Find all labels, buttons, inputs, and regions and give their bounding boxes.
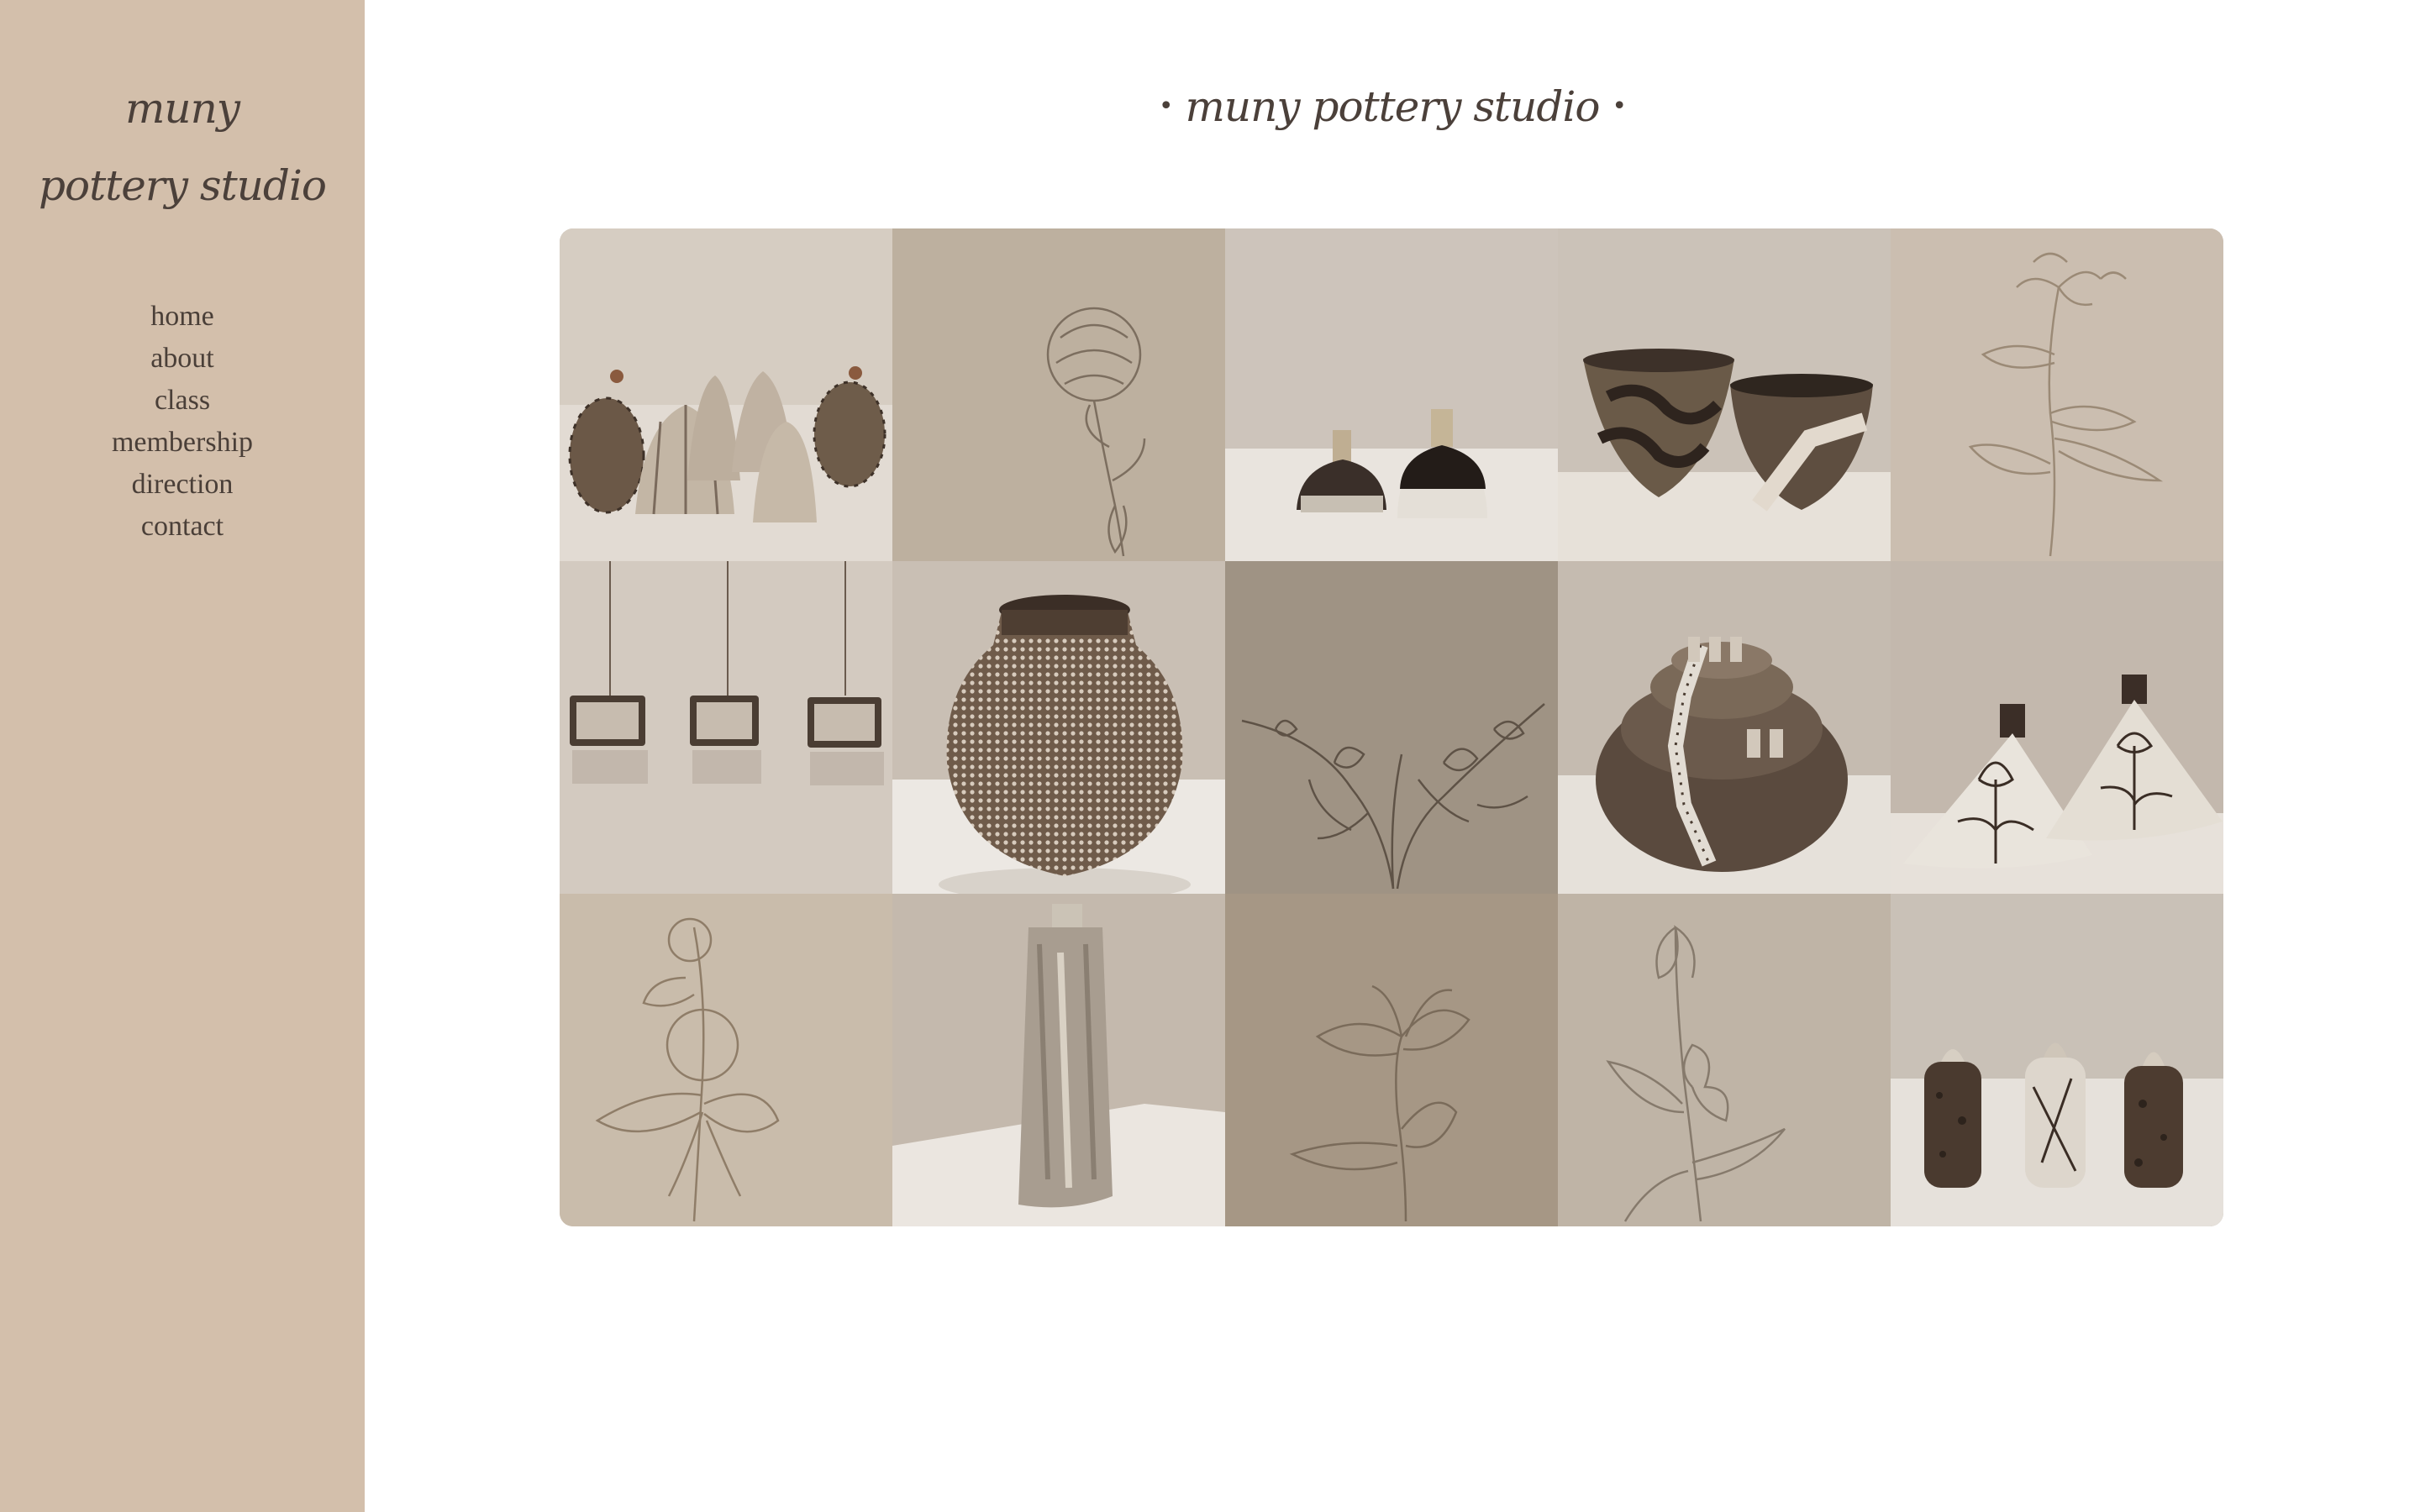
gallery-tile-iris-drawing[interactable] <box>1558 894 1891 1226</box>
tiger-lily-drawing-image <box>1225 894 1558 1226</box>
iris-drawing-image <box>1558 894 1891 1226</box>
lily-drawing-image <box>1891 228 2223 561</box>
gallery-tile-clover-drawing[interactable] <box>560 894 892 1226</box>
nav-item-class[interactable]: class <box>0 380 365 422</box>
nav-item-about[interactable]: about <box>0 338 365 380</box>
tall-vase-image <box>892 894 1225 1226</box>
gallery-tile-tiger-lily-drawing[interactable] <box>1225 894 1558 1226</box>
vine-drawing-image <box>1225 561 1558 894</box>
gallery-tile-carnation-drawing[interactable] <box>892 228 1225 561</box>
patterned-bowls-image <box>1558 228 1891 561</box>
flower-bottles-image <box>1891 561 2223 894</box>
nav-item-home[interactable]: home <box>0 296 365 338</box>
page-title-text: muny pottery studio <box>1185 82 1601 131</box>
gallery-tile-moon-jar[interactable] <box>892 561 1225 894</box>
gallery-tile-tall-vase[interactable] <box>892 894 1225 1226</box>
page-title: • muny pottery studio • <box>365 82 2420 131</box>
gallery-grid <box>560 228 2223 1226</box>
sidebar: muny pottery studio home about class mem… <box>0 0 365 1512</box>
gallery-tile-small-bottles[interactable] <box>1225 228 1558 561</box>
gallery-tile-hanging-plaques[interactable] <box>560 561 892 894</box>
beehive-jars-image <box>560 228 892 561</box>
carnation-drawing-image <box>892 228 1225 561</box>
nav-item-contact[interactable]: contact <box>0 506 365 548</box>
title-dot-left: • <box>1158 92 1174 121</box>
logo-line-1: muny <box>124 84 240 133</box>
clover-drawing-image <box>560 894 892 1226</box>
gallery-tile-patterned-bowls[interactable] <box>1558 228 1891 561</box>
lidded-jars-image <box>1891 894 2223 1226</box>
gallery-tile-beehive-jars[interactable] <box>560 228 892 561</box>
gallery-tile-lily-drawing[interactable] <box>1891 228 2223 561</box>
castle-sculpture-image <box>1558 561 1891 894</box>
gallery-tile-castle-sculpture[interactable] <box>1558 561 1891 894</box>
hanging-plaques-image <box>560 561 892 894</box>
nav-item-direction[interactable]: direction <box>0 464 365 506</box>
title-dot-right: • <box>1612 92 1627 121</box>
gallery-tile-flower-bottles[interactable] <box>1891 561 2223 894</box>
gallery-tile-lidded-jars[interactable] <box>1891 894 2223 1226</box>
nav-item-membership[interactable]: membership <box>0 422 365 464</box>
small-bottles-image <box>1225 228 1558 561</box>
sidebar-nav: home about class membership direction co… <box>0 296 365 548</box>
logo-line-2: pottery studio <box>39 161 327 210</box>
moon-jar-image <box>892 561 1225 894</box>
gallery-tile-vine-drawing[interactable] <box>1225 561 1558 894</box>
